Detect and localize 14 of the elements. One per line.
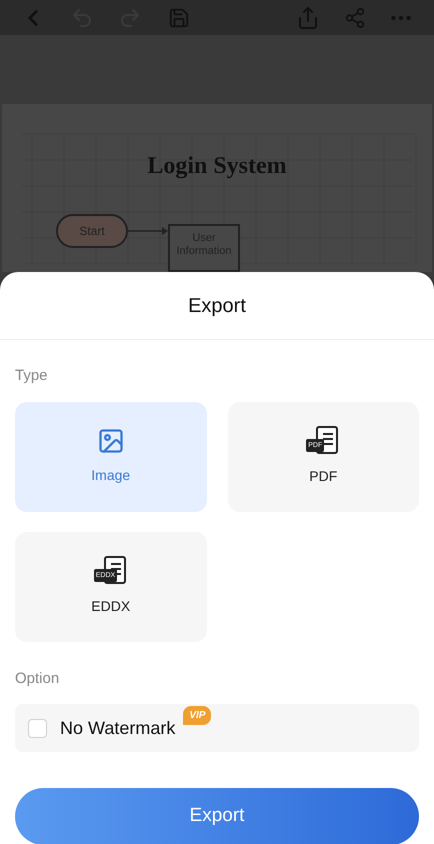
connector-arrow (128, 226, 168, 236)
option-label: No Watermark (60, 716, 176, 740)
sheet-title: Export (188, 294, 246, 318)
checkbox[interactable] (28, 718, 47, 738)
section-label: Type (15, 366, 49, 386)
save-icon[interactable] (168, 6, 190, 29)
format-option[interactable]: Image (15, 402, 206, 512)
vip-badge: VIP (183, 706, 212, 725)
image-icon (96, 427, 125, 455)
flowchart-terminal: Start (56, 214, 128, 248)
share-icon[interactable] (344, 6, 366, 29)
export-button[interactable]: Export (15, 788, 419, 844)
section-label: Option (15, 668, 60, 688)
export-icon[interactable] (296, 6, 320, 30)
